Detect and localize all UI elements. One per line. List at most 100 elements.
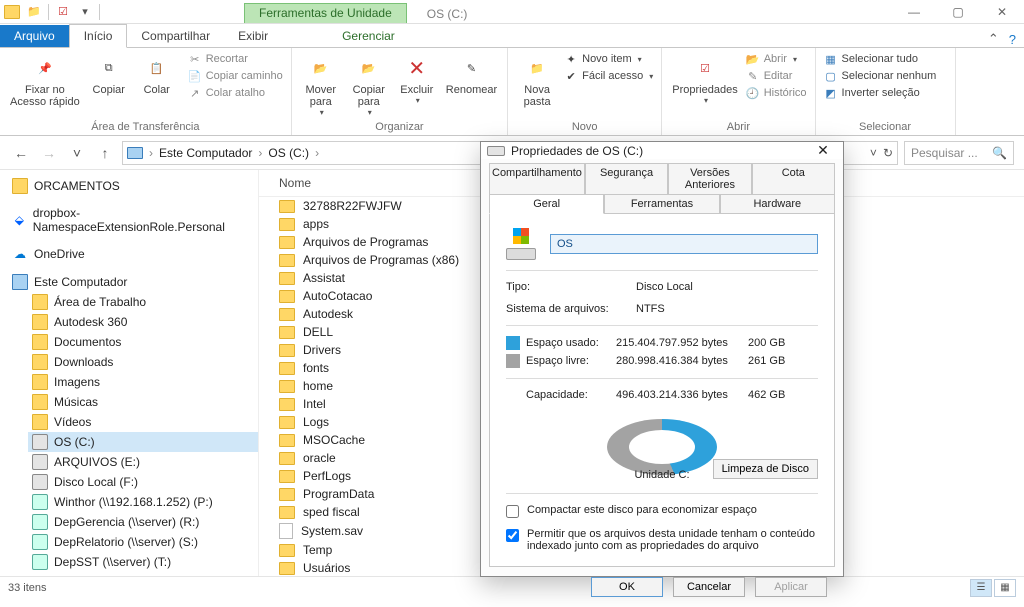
dialog-close-button[interactable]: ✕: [809, 142, 837, 159]
disk-cleanup-button[interactable]: Limpeza de Disco: [713, 459, 818, 479]
tree-item[interactable]: Disco Local (F:): [28, 472, 258, 492]
copy-path-label: Copiar caminho: [206, 70, 283, 82]
history-button[interactable]: 🕘Histórico: [746, 86, 807, 100]
refresh-icon[interactable]: ↻: [883, 146, 893, 160]
minimize-button[interactable]: —: [892, 0, 936, 23]
index-checkbox[interactable]: Permitir que os arquivos desta unidade t…: [506, 528, 818, 552]
rename-button[interactable]: ✎Renomear: [444, 52, 499, 98]
paste-button[interactable]: 📋 Colar: [136, 52, 178, 98]
new-item-button[interactable]: ✦Novo item▾: [564, 52, 653, 66]
tree-item[interactable]: Documentos: [28, 332, 258, 352]
tree-item-label: Imagens: [54, 375, 100, 389]
tree-item[interactable]: ARQUIVOS (E:): [28, 452, 258, 472]
tree-dropbox[interactable]: ⬙dropbox-NamespaceExtensionRole.Personal: [8, 204, 258, 236]
tree-onedrive[interactable]: ☁OneDrive: [8, 244, 258, 264]
nav-recent-button[interactable]: ˅: [66, 145, 88, 161]
compress-checkbox[interactable]: Compactar este disco para economizar esp…: [506, 504, 818, 518]
ok-button[interactable]: OK: [591, 577, 663, 597]
pin-quick-access-button[interactable]: 📌 Fixar no Acesso rápido: [8, 52, 82, 110]
tree-item[interactable]: Área de Trabalho: [28, 292, 258, 312]
select-all-button[interactable]: ▦Selecionar tudo: [824, 52, 937, 66]
address-root-icon: [127, 147, 143, 159]
rename-label: Renomear: [446, 84, 497, 96]
search-input[interactable]: Pesquisar ... 🔍: [904, 141, 1014, 165]
select-none-button[interactable]: ▢Selecionar nenhum: [824, 69, 937, 83]
tree-item-label: Disco Local (F:): [54, 475, 138, 489]
easy-access-button[interactable]: ✔Fácil acesso▾: [564, 69, 653, 83]
ribbon-tab-file[interactable]: Arquivo: [0, 25, 69, 47]
qat-check-icon[interactable]: ☑: [55, 4, 71, 20]
cut-button[interactable]: ✂Recortar: [188, 52, 283, 66]
index-label: Permitir que os arquivos desta unidade t…: [527, 528, 818, 552]
view-details-button[interactable]: ☰: [970, 579, 992, 597]
ribbon-tab-share[interactable]: Compartilhar: [127, 25, 224, 47]
tree-item[interactable]: Downloads: [28, 352, 258, 372]
folder-icon: [279, 344, 295, 357]
delete-button[interactable]: ✕Excluir▾: [396, 52, 438, 107]
tab-tools[interactable]: Ferramentas: [604, 194, 719, 214]
nav-forward-button[interactable]: →: [38, 145, 60, 161]
tab-security[interactable]: Segurança: [585, 163, 668, 194]
tab-sharing[interactable]: Compartilhamento: [489, 163, 585, 194]
tree-item[interactable]: OS (C:): [28, 432, 258, 452]
move-to-button[interactable]: 📂Mover para▾: [300, 52, 342, 119]
ribbon-tab-manage[interactable]: Gerenciar: [328, 25, 409, 47]
new-folder-label: Nova pasta: [524, 84, 551, 108]
tree-quick-orcamentos[interactable]: ORCAMENTOS: [8, 176, 258, 196]
dialog-title: Propriedades de OS (C:): [511, 144, 643, 158]
ribbon-help-icon[interactable]: ?: [1009, 32, 1016, 47]
tree-item[interactable]: DepGerencia (\\server) (R:): [28, 512, 258, 532]
open-button[interactable]: 📂Abrir▾: [746, 52, 807, 66]
ribbon-tab-home[interactable]: Início: [69, 24, 128, 48]
navigation-tree[interactable]: ORCAMENTOS ⬙dropbox-NamespaceExtensionRo…: [0, 170, 258, 576]
compress-checkbox-input[interactable]: [506, 505, 519, 518]
select-none-label: Selecionar nenhum: [842, 70, 937, 82]
file-icon: [279, 523, 293, 539]
index-checkbox-input[interactable]: [506, 529, 519, 542]
crumb-this-pc[interactable]: Este Computador: [159, 146, 252, 160]
qat-separator: [48, 4, 49, 20]
ribbon-tab-view[interactable]: Exibir: [224, 25, 282, 47]
copy-path-button[interactable]: 📄Copiar caminho: [188, 69, 283, 83]
tree-item[interactable]: Autodesk 360: [28, 312, 258, 332]
search-icon[interactable]: 🔍: [992, 146, 1007, 160]
tab-previous-versions[interactable]: Versões Anteriores: [668, 163, 751, 194]
folder-icon: [32, 354, 48, 370]
maximize-button[interactable]: ▢: [936, 0, 980, 23]
new-folder-button[interactable]: 📁Nova pasta: [516, 52, 558, 110]
nav-up-button[interactable]: ↑: [94, 145, 116, 161]
tree-item[interactable]: DepSST (\\server) (T:): [28, 552, 258, 572]
tree-item[interactable]: Imagens: [28, 372, 258, 392]
ribbon-collapse-icon[interactable]: ⌃: [988, 31, 999, 47]
nav-back-button[interactable]: ←: [10, 145, 32, 161]
tree-item[interactable]: Músicas: [28, 392, 258, 412]
crumb-os-c[interactable]: OS (C:): [268, 146, 309, 160]
folder-icon: [279, 434, 295, 447]
edit-icon: ✎: [746, 69, 760, 83]
pin-label-2: Acesso rápido: [10, 96, 80, 108]
drive-name-input[interactable]: OS: [550, 234, 818, 254]
copy-button[interactable]: ⧉ Copiar: [88, 52, 130, 98]
cancel-button[interactable]: Cancelar: [673, 577, 745, 597]
tree-item[interactable]: Vídeos: [28, 412, 258, 432]
properties-button[interactable]: ☑Propriedades▾: [670, 52, 739, 107]
invert-selection-button[interactable]: ◩Inverter seleção: [824, 86, 937, 100]
close-button[interactable]: ✕: [980, 0, 1024, 23]
tree-label: ORCAMENTOS: [34, 179, 120, 193]
paste-shortcut-button[interactable]: ↗Colar atalho: [188, 86, 283, 100]
tree-item-label: DepGerencia (\\server) (R:): [54, 515, 199, 529]
copy-to-button[interactable]: 📂Copiar para▾: [348, 52, 390, 119]
tree-item[interactable]: DepRelatorio (\\server) (S:): [28, 532, 258, 552]
tree-item[interactable]: Winthor (\\192.168.1.252) (P:): [28, 492, 258, 512]
view-large-icons-button[interactable]: ▦: [994, 579, 1016, 597]
tab-hardware[interactable]: Hardware: [720, 194, 835, 214]
tab-general[interactable]: Geral: [489, 194, 604, 214]
tab-quota[interactable]: Cota: [752, 163, 835, 194]
address-dropdown-icon[interactable]: ˅: [870, 146, 877, 160]
apply-button[interactable]: Aplicar: [755, 577, 827, 597]
qat-folder-icon[interactable]: 📁: [26, 4, 42, 20]
tree-this-pc[interactable]: Este Computador: [8, 272, 258, 292]
qat-overflow-icon[interactable]: ▾: [77, 4, 93, 20]
edit-button[interactable]: ✎Editar: [746, 69, 807, 83]
copy-to-label: Copiar para: [353, 84, 385, 108]
